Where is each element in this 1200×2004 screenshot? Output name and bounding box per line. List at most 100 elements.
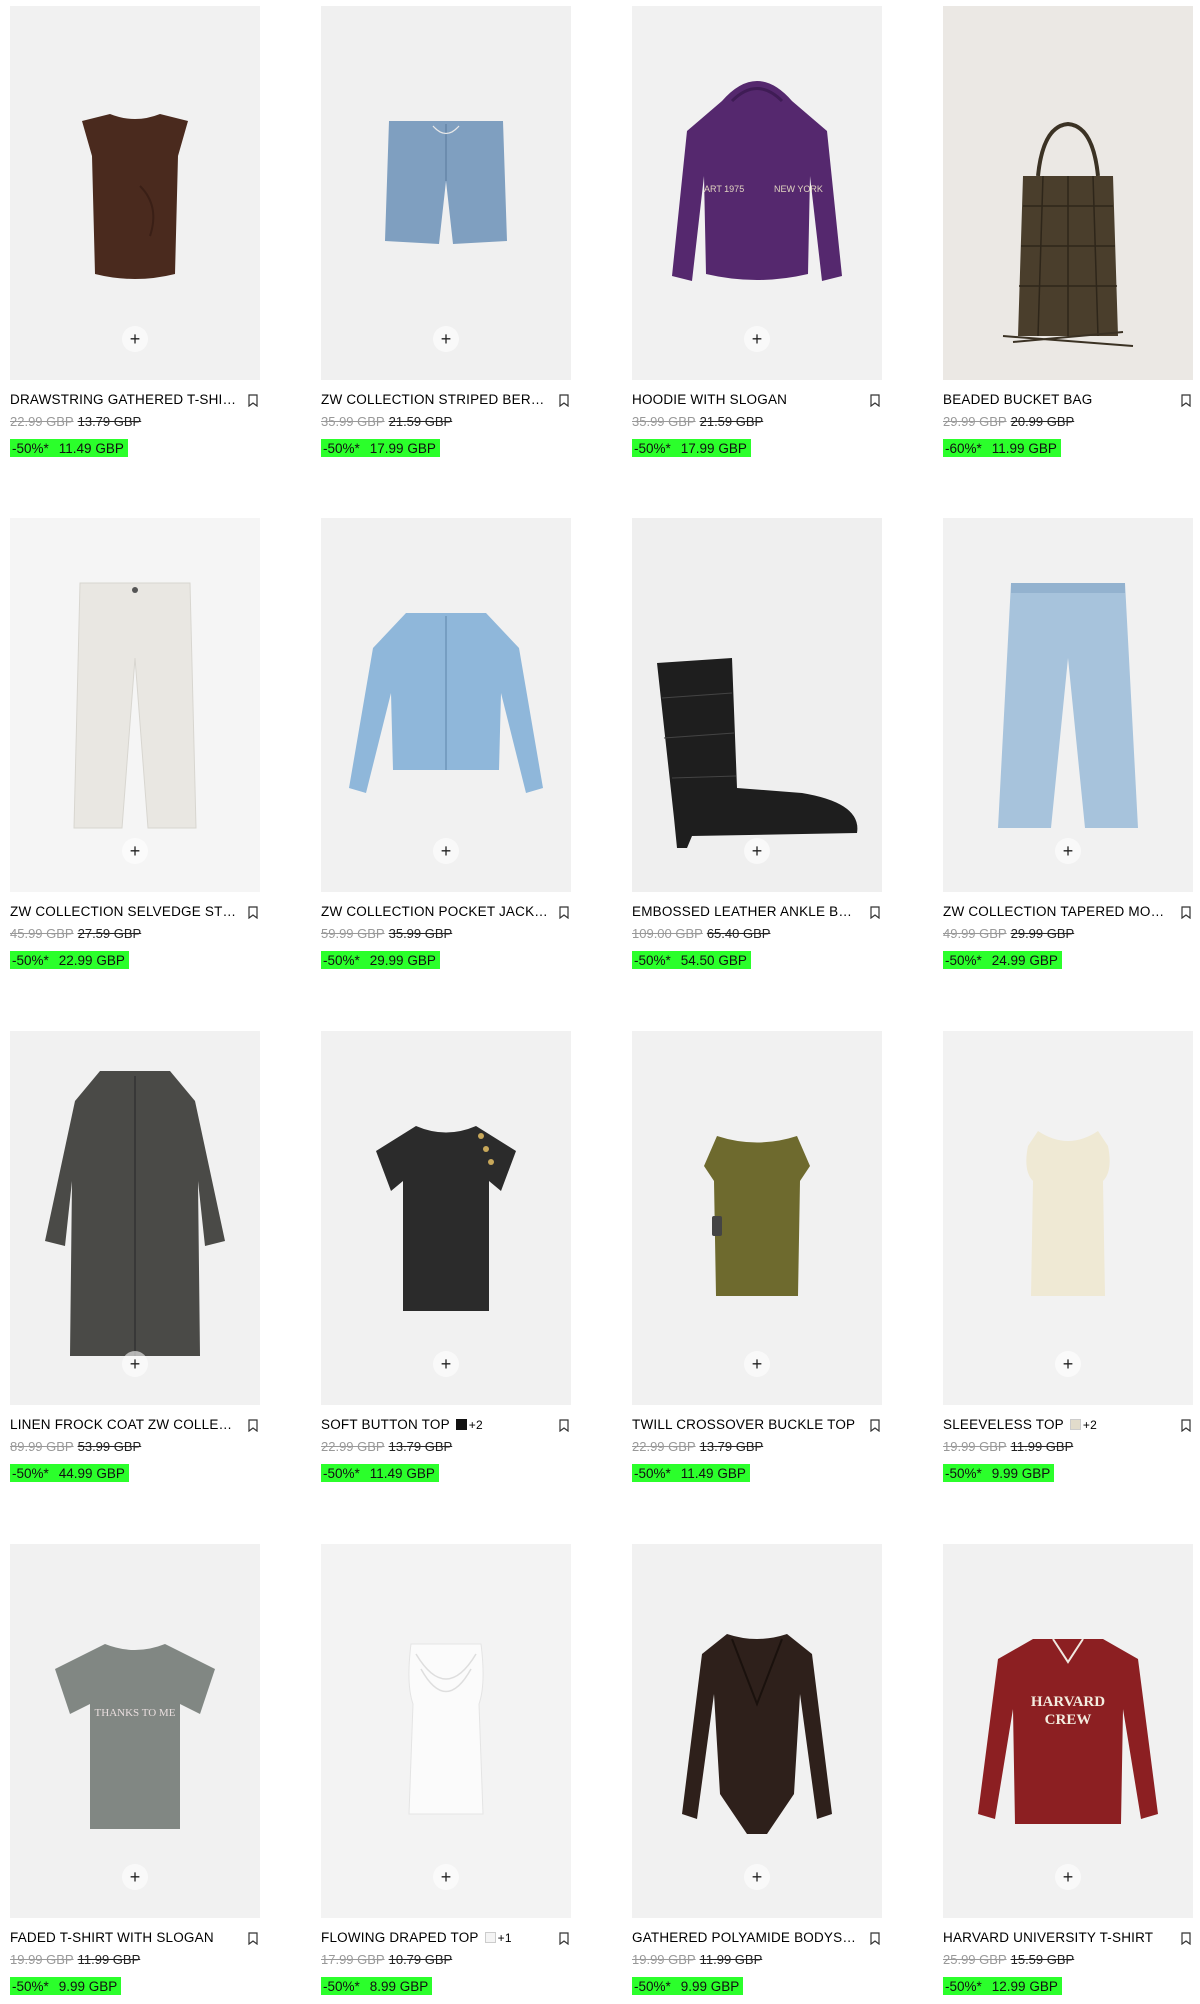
bookmark-icon[interactable]	[870, 1932, 880, 1945]
product-card[interactable]: + LINEN FROCK COAT ZW COLLECTION 89.99 G…	[10, 1031, 260, 1483]
product-image[interactable]: +	[321, 518, 571, 892]
product-name[interactable]: ZW COLLECTION STRIPED BERMUDA SHORTS	[321, 392, 549, 407]
sale-price: 9.99 GBP	[58, 1979, 118, 1994]
product-image[interactable]: +	[10, 1031, 260, 1405]
product-image[interactable]: +	[632, 1544, 882, 1918]
product-name[interactable]: ZW COLLECTION SELVEDGE STRAIGHT-LEG JEAN…	[10, 904, 238, 919]
bookmark-icon[interactable]	[870, 394, 880, 407]
bookmark-icon[interactable]	[1181, 906, 1191, 919]
quick-add-button[interactable]: +	[744, 1864, 770, 1890]
product-name[interactable]: FLOWING DRAPED TOP +1	[321, 1930, 549, 1945]
product-card[interactable]: ART 1975 NEW YORK + HOODIE WITH SLOGAN 3…	[632, 6, 882, 458]
bookmark-icon[interactable]	[1181, 1932, 1191, 1945]
price-line: 35.99 GBP 21.59 GBP	[632, 414, 882, 430]
quick-add-button[interactable]: +	[122, 326, 148, 352]
more-colors[interactable]: +2	[1083, 1418, 1097, 1432]
sale-price: 12.99 GBP	[991, 1979, 1058, 1994]
bookmark-icon[interactable]	[248, 906, 258, 919]
price-line: 19.99 GBP 11.99 GBP	[632, 1952, 882, 1968]
product-card[interactable]: HARVARD CREW + HARVARD UNIVERSITY T-SHIR…	[943, 1544, 1193, 1996]
quick-add-button[interactable]: +	[744, 326, 770, 352]
bookmark-icon[interactable]	[1181, 394, 1191, 407]
bookmark-icon[interactable]	[559, 394, 569, 407]
sale-price: 44.99 GBP	[58, 1466, 125, 1481]
product-card[interactable]: THANKS TO ME + FADED T-SHIRT WITH SLOGAN…	[10, 1544, 260, 1996]
quick-add-button[interactable]: +	[433, 838, 459, 864]
product-card[interactable]: + GATHERED POLYAMIDE BODYSUIT+2 19.99 GB…	[632, 1544, 882, 1996]
product-image[interactable]: +	[10, 6, 260, 380]
original-price: 25.99 GBP	[943, 1952, 1007, 1967]
quick-add-button[interactable]: +	[1055, 1351, 1081, 1377]
quick-add-button[interactable]: +	[744, 838, 770, 864]
previous-price: 13.79 GBP	[77, 414, 142, 429]
product-image[interactable]: +	[943, 1031, 1193, 1405]
product-image[interactable]: THANKS TO ME +	[10, 1544, 260, 1918]
product-name[interactable]: SOFT BUTTON TOP +2	[321, 1417, 549, 1432]
quick-add-button[interactable]: +	[1055, 838, 1081, 864]
original-price: 22.99 GBP	[321, 1439, 385, 1454]
bookmark-icon[interactable]	[870, 1419, 880, 1432]
product-name[interactable]: ZW COLLECTION TAPERED MOM JEANS	[943, 904, 1171, 919]
bookmark-icon[interactable]	[559, 906, 569, 919]
product-image[interactable]: +	[632, 1031, 882, 1405]
product-name[interactable]: DRAWSTRING GATHERED T-SHIRT	[10, 392, 238, 407]
product-name[interactable]: FADED T-SHIRT WITH SLOGAN	[10, 1930, 238, 1945]
bookmark-icon[interactable]	[248, 1932, 258, 1945]
more-colors[interactable]: +1	[498, 1931, 512, 1945]
original-price: 35.99 GBP	[321, 414, 385, 429]
product-name[interactable]: ZW COLLECTION POCKET JACKET	[321, 904, 549, 919]
product-card[interactable]: + ZW COLLECTION POCKET JACKET 59.99 GBP 3…	[321, 518, 571, 970]
color-swatch[interactable]	[1069, 1419, 1081, 1430]
product-card[interactable]: + EMBOSSED LEATHER ANKLE BOOTS 109.00 GB…	[632, 518, 882, 970]
color-swatch[interactable]	[455, 1419, 467, 1430]
product-card[interactable]: + SLEEVELESS TOP +2 19.99 GBP 11.99 GBP -5…	[943, 1031, 1193, 1483]
product-image[interactable]: +	[321, 6, 571, 380]
bookmark-icon[interactable]	[248, 394, 258, 407]
previous-price: 27.59 GBP	[77, 926, 142, 941]
product-image[interactable]: HARVARD CREW +	[943, 1544, 1193, 1918]
product-card[interactable]: + FLOWING DRAPED TOP +1 17.99 GBP 10.79 GB…	[321, 1544, 571, 1996]
product-name[interactable]: LINEN FROCK COAT ZW COLLECTION	[10, 1417, 238, 1432]
quick-add-button[interactable]: +	[744, 1351, 770, 1377]
product-image[interactable]: ART 1975 NEW YORK +	[632, 6, 882, 380]
product-card[interactable]: BEADED BUCKET BAG 29.99 GBP 20.99 GBP -60…	[943, 6, 1193, 458]
product-image[interactable]: +	[321, 1031, 571, 1405]
product-card[interactable]: + ZW COLLECTION SELVEDGE STRAIGHT-LEG JE…	[10, 518, 260, 970]
product-card[interactable]: + TWILL CROSSOVER BUCKLE TOP 22.99 GBP 13…	[632, 1031, 882, 1483]
product-name[interactable]: HOODIE WITH SLOGAN	[632, 392, 860, 407]
quick-add-button[interactable]: +	[433, 1864, 459, 1890]
color-swatch[interactable]	[484, 1932, 496, 1943]
product-name[interactable]: TWILL CROSSOVER BUCKLE TOP	[632, 1417, 860, 1432]
discount-percent: -50%*	[945, 1979, 982, 1994]
quick-add-button[interactable]: +	[122, 838, 148, 864]
quick-add-button[interactable]: +	[122, 1864, 148, 1890]
bookmark-icon[interactable]	[559, 1419, 569, 1432]
product-card[interactable]: + ZW COLLECTION TAPERED MOM JEANS 49.99 …	[943, 518, 1193, 970]
product-image[interactable]	[943, 6, 1193, 380]
product-card[interactable]: + DRAWSTRING GATHERED T-SHIRT 22.99 GBP 1…	[10, 6, 260, 458]
bookmark-icon[interactable]	[870, 906, 880, 919]
bookmark-icon[interactable]	[559, 1932, 569, 1945]
product-name[interactable]: HARVARD UNIVERSITY T-SHIRT	[943, 1930, 1171, 1945]
sale-price-badge: -50%* 44.99 GBP	[10, 1464, 129, 1482]
product-name[interactable]: GATHERED POLYAMIDE BODYSUIT+2	[632, 1930, 860, 1945]
sale-price-badge: -50%* 17.99 GBP	[632, 439, 751, 457]
quick-add-button[interactable]: +	[1055, 1864, 1081, 1890]
bookmark-icon[interactable]	[248, 1419, 258, 1432]
product-image[interactable]: +	[943, 518, 1193, 892]
product-image[interactable]: +	[321, 1544, 571, 1918]
quick-add-button[interactable]: +	[122, 1351, 148, 1377]
more-colors[interactable]: +2	[469, 1418, 483, 1432]
quick-add-button[interactable]: +	[433, 326, 459, 352]
previous-price: 13.79 GBP	[388, 1439, 453, 1454]
quick-add-button[interactable]: +	[433, 1351, 459, 1377]
sale-price-badge: -50%* 11.49 GBP	[321, 1464, 439, 1482]
product-card[interactable]: + ZW COLLECTION STRIPED BERMUDA SHORTS 3…	[321, 6, 571, 458]
product-name[interactable]: EMBOSSED LEATHER ANKLE BOOTS	[632, 904, 860, 919]
product-card[interactable]: + SOFT BUTTON TOP +2 22.99 GBP 13.79 GBP -…	[321, 1031, 571, 1483]
product-image[interactable]: +	[632, 518, 882, 892]
bookmark-icon[interactable]	[1181, 1419, 1191, 1432]
product-name[interactable]: SLEEVELESS TOP +2	[943, 1417, 1171, 1432]
product-name[interactable]: BEADED BUCKET BAG	[943, 392, 1171, 407]
product-image[interactable]: +	[10, 518, 260, 892]
